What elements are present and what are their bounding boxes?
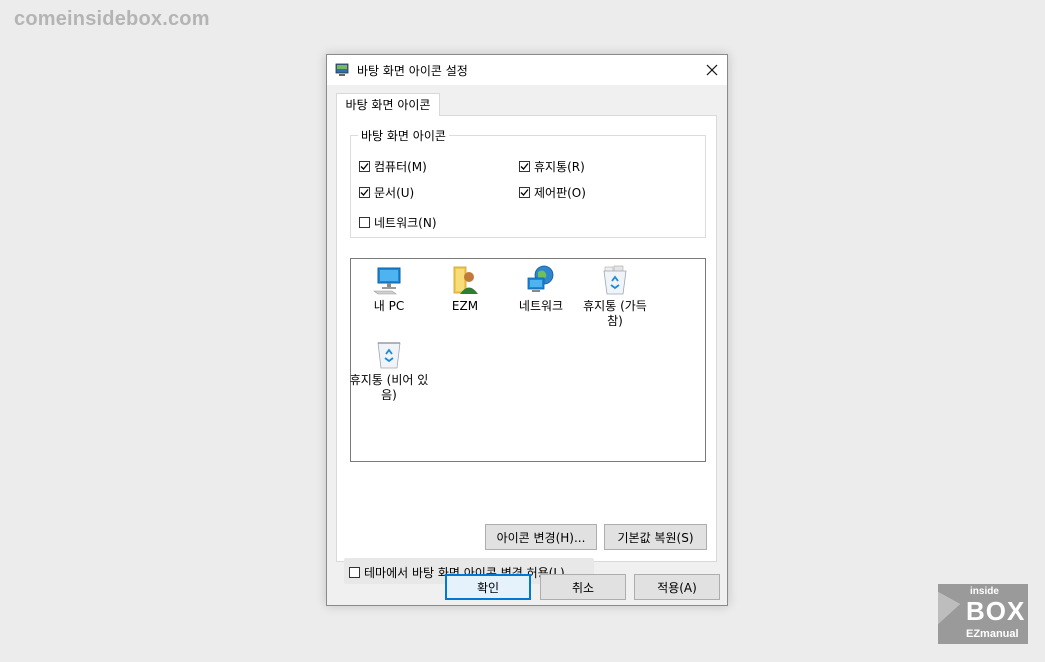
- checkbox-label: 휴지통(R): [534, 160, 585, 174]
- list-item[interactable]: 네트워크: [501, 263, 581, 314]
- checkmark-icon: [360, 163, 369, 170]
- checkbox-control-panel[interactable]: 제어판(O): [519, 184, 586, 201]
- restore-default-button[interactable]: 기본값 복원(S): [604, 524, 707, 550]
- checkbox-box[interactable]: [359, 217, 370, 228]
- list-item[interactable]: 휴지통 (비어 있음): [349, 337, 429, 403]
- cancel-button[interactable]: 취소: [540, 574, 626, 600]
- checkbox-box[interactable]: [519, 161, 530, 172]
- checkbox-recycle-bin[interactable]: 휴지통(R): [519, 158, 585, 175]
- checkbox-box[interactable]: [359, 161, 370, 172]
- change-icon-button[interactable]: 아이콘 변경(H)...: [485, 524, 597, 550]
- desktop-settings-icon: [335, 63, 349, 77]
- checkmark-icon: [520, 163, 529, 170]
- icon-label: EZM: [451, 299, 479, 313]
- tab-panel: 바탕 화면 아이콘 컴퓨터(M) 휴지통(R) 문서(U) 제어판(O) 네트워…: [336, 115, 717, 584]
- icon-label: 휴지통 (가득 참): [583, 299, 647, 328]
- insidebox-logo: inside BOX EZmanual: [930, 584, 1030, 648]
- dialog-title: 바탕 화면 아이콘 설정: [357, 64, 468, 78]
- checkbox-computer[interactable]: 컴퓨터(M): [359, 158, 427, 175]
- checkbox-box[interactable]: [359, 187, 370, 198]
- checkbox-documents[interactable]: 문서(U): [359, 184, 414, 201]
- checkbox-box[interactable]: [519, 187, 530, 198]
- icon-list[interactable]: 내 PC EZM 네트워크 휴지통 (가득 참) 휴지통 (비어 있음): [350, 258, 706, 462]
- close-button[interactable]: [697, 55, 727, 85]
- checkmark-icon: [520, 189, 529, 196]
- ok-button[interactable]: 확인: [445, 574, 531, 600]
- list-item[interactable]: 내 PC: [349, 263, 429, 314]
- monitor-icon: [372, 263, 406, 297]
- checkbox-label: 네트워크(N): [374, 216, 437, 230]
- desktop-icon-settings-dialog: 바탕 화면 아이콘 설정 바탕 화면 아이콘 바탕 화면 아이콘 컴퓨터(M) …: [326, 54, 728, 606]
- tab-desktop-icons[interactable]: 바탕 화면 아이콘: [336, 93, 440, 116]
- icon-label: 네트워크: [518, 299, 564, 313]
- site-watermark: comeinsidebox.com: [14, 8, 210, 30]
- network-globe-icon: [524, 263, 558, 297]
- checkmark-icon: [360, 189, 369, 196]
- logo-sub-text: EZmanual: [966, 628, 1019, 640]
- recycle-bin-empty-icon: [372, 337, 406, 371]
- icon-label: 내 PC: [373, 299, 405, 313]
- apply-button[interactable]: 적용(A): [634, 574, 720, 600]
- checkbox-label: 제어판(O): [534, 186, 586, 200]
- list-item[interactable]: EZM: [425, 263, 505, 314]
- list-item[interactable]: 휴지통 (가득 참): [575, 263, 655, 329]
- group-label: 바탕 화면 아이콘: [358, 127, 449, 144]
- icon-label: 휴지통 (비어 있음): [349, 373, 429, 402]
- close-icon: [706, 64, 718, 76]
- logo-big-text: BOX: [966, 596, 1026, 626]
- checkbox-box[interactable]: [349, 567, 360, 578]
- checkbox-label: 컴퓨터(M): [374, 160, 427, 174]
- user-folder-icon: [448, 263, 482, 297]
- title-bar[interactable]: 바탕 화면 아이콘 설정: [327, 55, 727, 85]
- checkbox-network[interactable]: 네트워크(N): [359, 214, 437, 231]
- desktop-icons-group: 바탕 화면 아이콘 컴퓨터(M) 휴지통(R) 문서(U) 제어판(O) 네트워…: [350, 127, 706, 238]
- recycle-bin-full-icon: [598, 263, 632, 297]
- checkbox-label: 문서(U): [374, 186, 415, 200]
